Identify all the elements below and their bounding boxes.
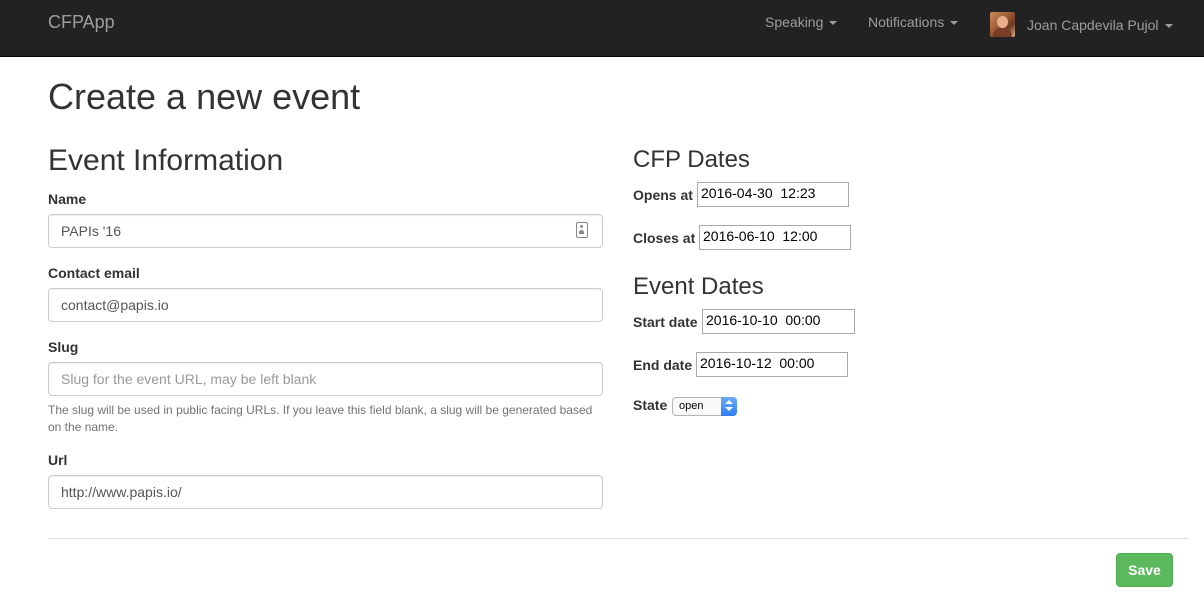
slug-help-text: The slug will be used in public facing U… <box>48 403 593 434</box>
opens-at-input[interactable]: 2016-04-30 12:23 <box>697 182 849 207</box>
start-date-input[interactable]: 2016-10-10 00:00 <box>702 309 855 334</box>
slug-input[interactable] <box>48 362 603 396</box>
start-date-label: Start date <box>633 314 698 330</box>
url-input[interactable] <box>48 475 603 509</box>
caret-down-icon <box>1164 23 1173 28</box>
nav-notifications-label: Notifications <box>868 14 945 30</box>
end-date-label: End date <box>633 357 693 373</box>
name-label: Name <box>48 191 87 207</box>
closes-at-input[interactable]: 2016-06-10 12:00 <box>699 225 851 250</box>
state-label: State <box>633 397 668 413</box>
page-title: Create a new event <box>48 76 361 117</box>
closes-at-label: Closes at <box>633 230 696 246</box>
save-button[interactable]: Save <box>1116 553 1173 587</box>
slug-label: Slug <box>48 339 79 355</box>
name-input[interactable] <box>48 214 603 248</box>
caret-down-icon <box>829 21 838 25</box>
event-information-heading: Event Information <box>48 144 284 177</box>
nav-speaking-label: Speaking <box>765 14 824 30</box>
contact-email-label: Contact email <box>48 265 140 281</box>
form-divider <box>48 538 1188 539</box>
cfp-dates-heading: CFP Dates <box>633 146 750 173</box>
state-select-value: open <box>679 400 704 412</box>
contact-email-input[interactable] <box>48 288 603 322</box>
opens-at-label: Opens at <box>633 187 693 203</box>
event-dates-heading: Event Dates <box>633 273 764 300</box>
nav-user-dropdown[interactable]: Joan Capdevila Pujol <box>990 12 1173 37</box>
navbar: CFPApp Speaking Notifications Joan Capde… <box>0 0 1204 57</box>
select-arrows-icon <box>721 397 737 416</box>
caret-down-icon <box>950 21 959 25</box>
contact-card-icon[interactable] <box>576 222 588 238</box>
url-label: Url <box>48 452 68 468</box>
brand-link[interactable]: CFPApp <box>48 12 115 33</box>
nav-user-name: Joan Capdevila Pujol <box>1027 16 1159 33</box>
end-date-input[interactable]: 2016-10-12 00:00 <box>696 352 848 377</box>
nav-notifications-dropdown[interactable]: Notifications <box>868 14 959 30</box>
nav-speaking-dropdown[interactable]: Speaking <box>765 14 838 30</box>
state-select[interactable]: open <box>672 397 737 416</box>
avatar <box>990 12 1015 37</box>
